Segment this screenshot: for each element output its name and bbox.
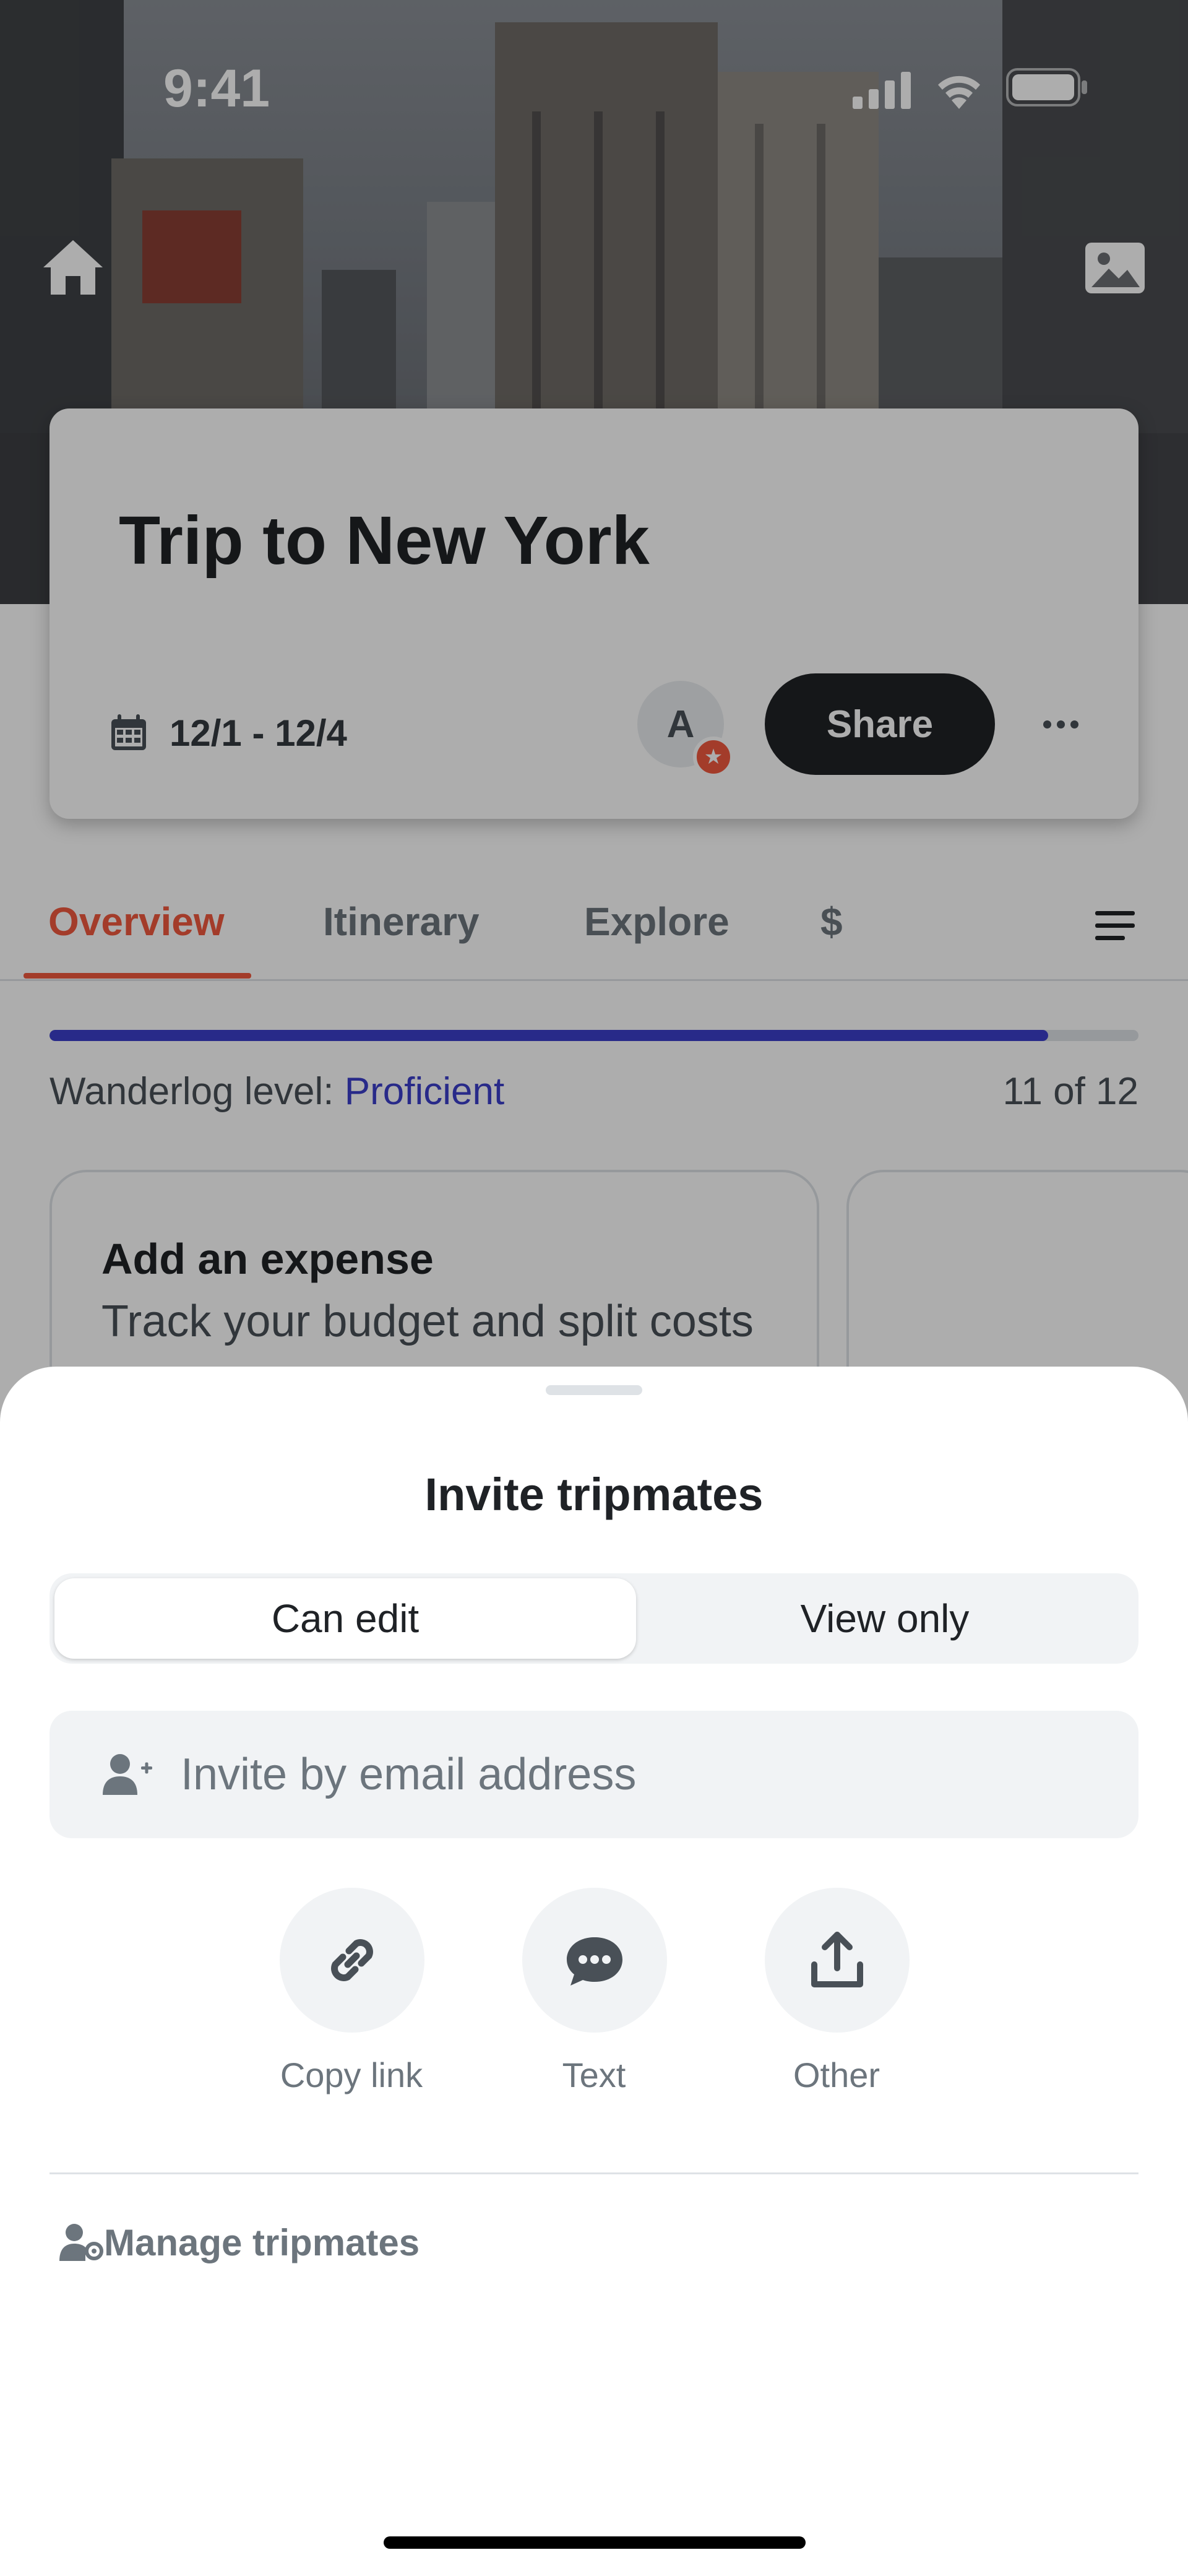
manage-tripmates-label: Manage tripmates (104, 2221, 420, 2263)
divider (50, 2172, 1138, 2174)
other-label: Other (793, 2055, 880, 2094)
can-edit-option[interactable]: Can edit (54, 1578, 636, 1659)
manage-users-icon (59, 2224, 103, 2261)
copy-link-option[interactable]: Copy link (271, 1888, 432, 2098)
other-share-button[interactable] (765, 1888, 910, 2033)
invite-email-input[interactable] (181, 1742, 1109, 1807)
invite-sheet: Invite tripmates Can edit View only Copy… (0, 1367, 1188, 2576)
sheet-title: Invite tripmates (424, 1469, 764, 1520)
other-share-option[interactable]: Other (756, 1888, 917, 2098)
email-field[interactable] (50, 1711, 1138, 1838)
permission-toggle: Can edit View only (50, 1573, 1138, 1664)
copy-link-label: Copy link (280, 2055, 423, 2094)
text-label: Text (562, 2055, 626, 2094)
add-person-icon (103, 1754, 152, 1795)
link-icon (331, 1939, 373, 1981)
upload-icon (811, 1932, 863, 1987)
sheet-grabber[interactable] (546, 1385, 642, 1395)
text-option[interactable]: Text (514, 1888, 674, 2098)
copy-link-button[interactable] (280, 1888, 424, 2033)
manage-tripmates-button[interactable]: Manage tripmates (59, 2215, 420, 2270)
home-indicator (384, 2536, 806, 2549)
text-message-button[interactable] (522, 1888, 667, 2033)
view-only-option[interactable]: View only (636, 1578, 1134, 1659)
chat-icon (567, 1937, 622, 1986)
